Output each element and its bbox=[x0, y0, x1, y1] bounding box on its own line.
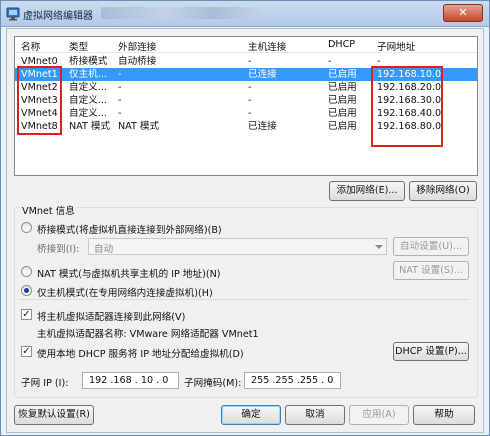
bridged-to-value: 自动 bbox=[94, 244, 114, 255]
cell-external: 自动桥接 bbox=[118, 56, 157, 67]
cell-name: VMnet3 bbox=[21, 95, 58, 106]
subnet-ip-label: 子网 IP (I): bbox=[21, 378, 69, 389]
dhcp-label[interactable]: 使用本地 DHCP 服务将 IP 地址分配给虚拟机(D) bbox=[37, 346, 244, 360]
cell-type: NAT 模式 bbox=[69, 121, 111, 132]
group-divider bbox=[18, 299, 470, 300]
close-button[interactable]: ✕ bbox=[443, 4, 483, 22]
cell-external: NAT 模式 bbox=[118, 121, 160, 132]
subnet-mask-field[interactable]: 255 .255 .255 . 0 bbox=[244, 372, 341, 389]
cell-host: - bbox=[248, 108, 252, 119]
subnet-mask-label: 子网掩码(M): bbox=[184, 378, 242, 389]
cell-type: 仅主机... bbox=[69, 69, 107, 80]
cell-name: VMnet2 bbox=[21, 82, 58, 93]
auto-settings-button[interactable]: 自动设置(U)... bbox=[393, 237, 469, 256]
vmnet-info-title: VMnet 信息 bbox=[20, 203, 77, 217]
network-list[interactable]: 名称 类型 外部连接 主机连接 DHCP 子网地址 VMnet0 桥接模式 自动… bbox=[14, 36, 478, 176]
column-header-subnet[interactable]: 子网地址 bbox=[377, 39, 415, 53]
cell-subnet: 192.168.20.0 bbox=[377, 82, 442, 93]
cell-name: VMnet1 bbox=[21, 69, 58, 80]
cell-host: - bbox=[248, 82, 252, 93]
table-row[interactable]: VMnet2 自定义... - - 已启用 192.168.20.0 bbox=[15, 81, 477, 94]
connect-adapter-label[interactable]: 将主机虚拟适配器连接到此网络(V) bbox=[37, 309, 185, 323]
cell-dhcp: 已启用 bbox=[328, 82, 357, 93]
cell-name: VMnet8 bbox=[21, 121, 58, 132]
cell-host: - bbox=[248, 95, 252, 106]
cell-dhcp: - bbox=[328, 56, 332, 67]
add-network-button[interactable]: 添加网络(E)... bbox=[329, 181, 405, 201]
cell-external: - bbox=[118, 69, 122, 80]
nat-settings-button[interactable]: NAT 设置(S)... bbox=[393, 261, 469, 280]
cell-type: 自定义... bbox=[69, 108, 107, 119]
host-only-label[interactable]: 仅主机模式(在专用网络内连接虚拟机)(H) bbox=[37, 285, 213, 299]
bridged-mode-label[interactable]: 桥接模式(将虚拟机直接连接到外部网络)(B) bbox=[37, 222, 222, 236]
connect-adapter-checkbox[interactable]: ✓ bbox=[21, 309, 32, 320]
table-row[interactable]: VMnet8 NAT 模式 NAT 模式 已连接 已启用 192.168.80.… bbox=[15, 120, 477, 133]
table-row[interactable]: VMnet4 自定义... - - 已启用 192.168.40.0 bbox=[15, 107, 477, 120]
bridged-mode-radio[interactable] bbox=[21, 222, 32, 233]
cell-type: 自定义... bbox=[69, 95, 107, 106]
apply-button[interactable]: 应用(A) bbox=[349, 405, 409, 425]
cell-type: 自定义... bbox=[69, 82, 107, 93]
column-header-external[interactable]: 外部连接 bbox=[118, 39, 156, 53]
column-header-type[interactable]: 类型 bbox=[69, 39, 88, 53]
nat-mode-label[interactable]: NAT 模式(与虚拟机共享主机的 IP 地址)(N) bbox=[37, 266, 220, 280]
bridged-to-label: 桥接到(I): bbox=[37, 244, 80, 255]
window-title: 虚拟网络编辑器 bbox=[23, 11, 93, 22]
help-button[interactable]: 帮助 bbox=[413, 405, 475, 425]
cell-host: 已连接 bbox=[248, 121, 277, 132]
cell-external: - bbox=[118, 82, 122, 93]
column-header-dhcp[interactable]: DHCP bbox=[328, 39, 355, 50]
cell-subnet: 192.168.30.0 bbox=[377, 95, 442, 106]
cell-name: VMnet0 bbox=[21, 56, 58, 67]
ok-button[interactable]: 确定 bbox=[221, 405, 281, 425]
table-row-selected[interactable]: VMnet1 仅主机... - 已连接 已启用 192.168.10.0 bbox=[15, 68, 477, 81]
cell-dhcp: 已启用 bbox=[328, 108, 357, 119]
cancel-button[interactable]: 取消 bbox=[285, 405, 345, 425]
virtual-network-editor-window: 虚拟网络编辑器 ✕ 名称 类型 外部连接 主机连接 DHCP 子网地址 VMne… bbox=[0, 0, 490, 436]
cell-external: - bbox=[118, 108, 122, 119]
host-only-radio[interactable] bbox=[21, 285, 32, 296]
dialog-body: 名称 类型 外部连接 主机连接 DHCP 子网地址 VMnet0 桥接模式 自动… bbox=[6, 28, 484, 433]
cell-host: 已连接 bbox=[248, 69, 277, 80]
cell-type: 桥接模式 bbox=[69, 56, 108, 67]
nat-mode-radio[interactable] bbox=[21, 266, 32, 277]
cell-subnet: - bbox=[377, 56, 381, 67]
table-row[interactable]: VMnet0 桥接模式 自动桥接 - - - bbox=[15, 55, 477, 68]
cell-dhcp: 已启用 bbox=[328, 69, 357, 80]
cell-name: VMnet4 bbox=[21, 108, 58, 119]
title-bar[interactable]: 虚拟网络编辑器 ✕ bbox=[1, 1, 489, 27]
adapter-name-label: 主机虚拟适配器名称: VMware 网络适配器 VMnet1 bbox=[37, 329, 259, 340]
network-editor-icon bbox=[6, 7, 20, 21]
chevron-down-icon bbox=[375, 245, 383, 249]
dhcp-checkbox[interactable]: ✓ bbox=[21, 346, 32, 357]
cell-host: - bbox=[248, 56, 252, 67]
subnet-mask-value: 255 .255 .255 . 0 bbox=[251, 375, 334, 386]
list-header: 名称 类型 外部连接 主机连接 DHCP 子网地址 bbox=[15, 37, 477, 53]
table-row[interactable]: VMnet3 自定义... - - 已启用 192.168.30.0 bbox=[15, 94, 477, 107]
cell-dhcp: 已启用 bbox=[328, 95, 357, 106]
blurred-title-area bbox=[101, 7, 261, 19]
cell-external: - bbox=[118, 95, 122, 106]
bridged-to-select[interactable]: 自动 bbox=[88, 238, 387, 255]
subnet-ip-field[interactable]: 192 .168 . 10 . 0 bbox=[82, 372, 179, 389]
column-header-host[interactable]: 主机连接 bbox=[248, 39, 286, 53]
remove-network-button[interactable]: 移除网络(O) bbox=[409, 181, 477, 201]
cell-subnet: 192.168.40.0 bbox=[377, 108, 442, 119]
column-header-name[interactable]: 名称 bbox=[21, 39, 40, 53]
dhcp-settings-button[interactable]: DHCP 设置(P)... bbox=[393, 342, 469, 361]
cell-dhcp: 已启用 bbox=[328, 121, 357, 132]
cell-subnet: 192.168.10.0 bbox=[377, 69, 442, 80]
restore-defaults-button[interactable]: 恢复默认设置(R) bbox=[14, 405, 94, 425]
cell-subnet: 192.168.80.0 bbox=[377, 121, 442, 132]
subnet-ip-value: 192 .168 . 10 . 0 bbox=[89, 375, 169, 386]
